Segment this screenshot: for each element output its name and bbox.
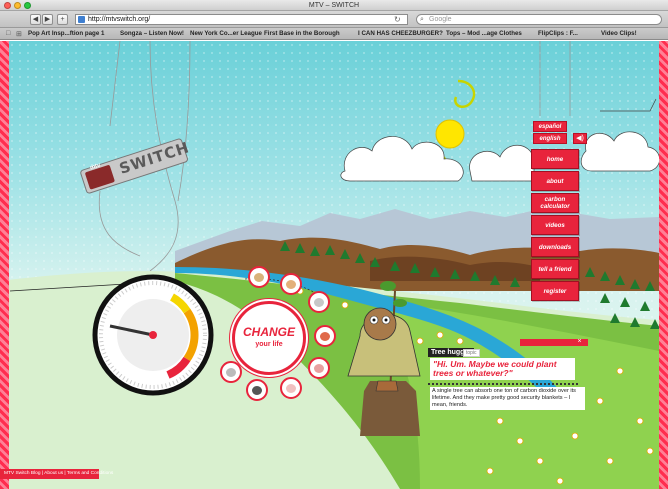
info-divider: [428, 383, 578, 385]
back-button[interactable]: ◀: [30, 14, 41, 25]
grid-icon[interactable]: ⊞: [16, 30, 22, 38]
avatar-option[interactable]: [280, 273, 302, 295]
reload-icon[interactable]: ↻: [394, 15, 401, 24]
bookmark-item[interactable]: First Base in the Borough: [264, 28, 340, 39]
search-placeholder: Google: [429, 16, 452, 23]
plus-icon: +: [60, 16, 65, 23]
url-text: http://mtvswitch.org/: [88, 16, 151, 23]
nav-downloads[interactable]: downloads: [531, 237, 579, 257]
avatar-option[interactable]: [280, 377, 302, 399]
bookmark-item[interactable]: FlipClips : F...: [538, 28, 578, 39]
browser-window: MTV – SWITCH ◀ ▶ + http://mtvswitch.org/…: [0, 0, 668, 489]
nav-carbon-calculator[interactable]: carbon calculator: [531, 193, 579, 213]
avatar-option[interactable]: [220, 361, 242, 383]
bookmark-item[interactable]: Tops – Mod ...age Clothes: [446, 28, 522, 39]
avatar-option[interactable]: [308, 291, 330, 313]
left-stripe-border: [0, 41, 9, 489]
avatar-option[interactable]: [248, 266, 270, 288]
info-text: A single tree can absorb one ton of carb…: [430, 387, 585, 410]
back-icon: ◀: [32, 16, 39, 23]
bookmark-item[interactable]: Video Clips!: [601, 28, 637, 39]
close-icon[interactable]: ×: [575, 337, 584, 346]
search-icon: ⌕: [420, 16, 424, 23]
change-title: CHANGE: [242, 325, 295, 339]
page-content: español english ◀) home about carbon cal…: [0, 41, 668, 489]
bookmark-item[interactable]: I CAN HAS CHEEZBURGER?: [358, 28, 443, 39]
language-english-button[interactable]: english: [533, 133, 567, 144]
info-badge: topic: [463, 349, 480, 357]
nav-tell-a-friend[interactable]: tell a friend: [531, 259, 579, 279]
sound-icon[interactable]: ◀): [573, 133, 587, 144]
add-bookmark-button[interactable]: +: [57, 14, 68, 25]
title-bar: MTV – SWITCH: [0, 0, 668, 11]
nav-register[interactable]: register: [531, 281, 579, 301]
nav-about[interactable]: about: [531, 171, 579, 191]
forward-icon: ▶: [44, 16, 51, 23]
bookmark-item[interactable]: Pop Art Insp...ftion page 1: [28, 28, 104, 39]
bookmark-item[interactable]: New York Co...er League: [190, 28, 262, 39]
info-quote: "Hi. Um. Maybe we could plant trees or w…: [430, 358, 575, 380]
carbon-meter: [92, 274, 214, 396]
change-subtitle: your life: [255, 341, 283, 348]
address-bar[interactable]: http://mtvswitch.org/ ↻: [75, 14, 408, 25]
avatar-option[interactable]: [314, 325, 336, 347]
show-all-bookmarks-icon[interactable]: □: [6, 30, 10, 37]
nav-home[interactable]: home: [531, 149, 579, 169]
language-spanish-button[interactable]: español: [533, 121, 567, 132]
footer-links[interactable]: MTV Switch Blog | About us | Terms and C…: [0, 469, 113, 479]
bookmark-item[interactable]: Songza – Listen Now!: [120, 28, 184, 39]
search-input[interactable]: ⌕ Google: [416, 14, 662, 25]
favicon-icon: [78, 16, 85, 23]
avatar-option[interactable]: [246, 379, 268, 401]
cloud-icon: [340, 98, 660, 182]
forward-button[interactable]: ▶: [42, 14, 53, 25]
nav-videos[interactable]: videos: [531, 215, 579, 235]
browser-toolbar: ◀ ▶ + http://mtvswitch.org/ ↻ ⌕ Google: [0, 11, 668, 28]
avatar-option[interactable]: [308, 357, 330, 379]
bookmarks-bar: □ ⊞ Pop Art Insp...ftion page 1 Songza –…: [0, 28, 668, 40]
window-title: MTV – SWITCH: [308, 2, 360, 9]
right-stripe-border: [659, 41, 668, 489]
change-your-life-button[interactable]: CHANGE your life: [232, 301, 306, 375]
